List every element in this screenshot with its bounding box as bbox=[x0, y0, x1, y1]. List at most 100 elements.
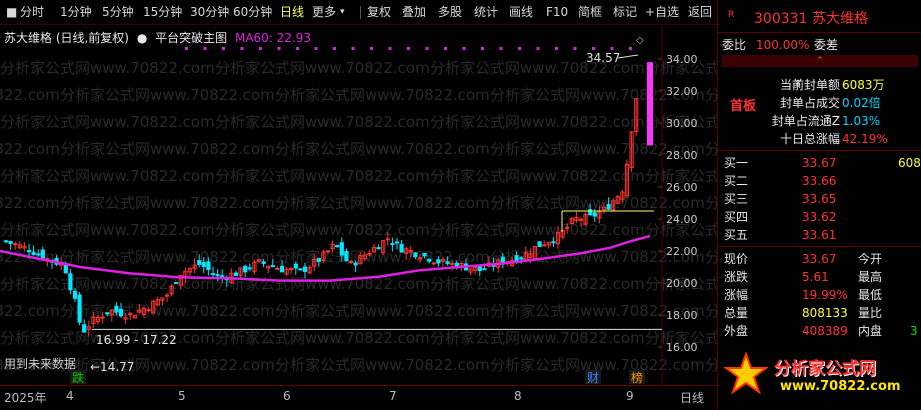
candle-body[interactable] bbox=[606, 203, 611, 210]
candle-body[interactable] bbox=[339, 242, 344, 256]
future-data-warning: 用到未来数据 bbox=[4, 356, 76, 371]
period-tab-30min[interactable]: 30分钟 bbox=[190, 0, 229, 25]
candle-body[interactable] bbox=[390, 243, 395, 246]
candle-body[interactable] bbox=[197, 260, 202, 266]
candle-body[interactable] bbox=[289, 268, 294, 271]
candle-body[interactable] bbox=[551, 241, 556, 244]
action-f10-button[interactable]: F10 bbox=[546, 0, 568, 25]
candle-body[interactable] bbox=[68, 273, 73, 291]
action-stats-button[interactable]: 统计 bbox=[474, 0, 498, 25]
candle-body[interactable] bbox=[279, 265, 285, 273]
candle-body[interactable] bbox=[385, 238, 390, 241]
candle-body[interactable] bbox=[206, 261, 211, 270]
bid-row[interactable]: 买二 33.66 bbox=[718, 172, 921, 190]
quote-label: 涨跌 bbox=[724, 270, 749, 284]
candle-body[interactable] bbox=[243, 265, 248, 273]
candle-body[interactable] bbox=[233, 272, 239, 276]
candle-body[interactable] bbox=[431, 262, 436, 265]
candle-body[interactable] bbox=[26, 249, 32, 253]
candle-body[interactable] bbox=[215, 274, 220, 277]
period-tab-15min[interactable]: 15分钟 bbox=[143, 0, 182, 25]
candle-body[interactable] bbox=[118, 308, 124, 317]
action-overlay-button[interactable]: 叠加 bbox=[402, 0, 426, 25]
action-add-watchlist-button[interactable]: +自选 bbox=[645, 0, 679, 25]
candle-body[interactable] bbox=[40, 249, 45, 260]
candle-body[interactable] bbox=[105, 312, 110, 315]
candle-body[interactable] bbox=[174, 282, 179, 285]
candle-body[interactable] bbox=[201, 262, 206, 268]
candle-body[interactable] bbox=[247, 267, 252, 270]
indicator-dot-icon[interactable]: ● bbox=[137, 31, 147, 45]
bid-row[interactable]: 买五 33.61 bbox=[718, 226, 921, 244]
candle-body[interactable] bbox=[77, 294, 82, 323]
bid-row[interactable]: 买三 33.65 bbox=[718, 190, 921, 208]
candle-body[interactable] bbox=[275, 268, 280, 271]
bid-price: 33.67 bbox=[802, 156, 837, 170]
period-tab-60min[interactable]: 60分钟 bbox=[233, 0, 272, 25]
chevron-down-icon[interactable]: ▾ bbox=[340, 0, 345, 25]
candle-body[interactable] bbox=[376, 247, 381, 250]
candle-body[interactable] bbox=[436, 259, 441, 264]
candle-body[interactable] bbox=[427, 258, 432, 262]
candle-body[interactable] bbox=[394, 241, 400, 244]
candle-body[interactable] bbox=[399, 243, 404, 253]
action-mark-button[interactable]: 标记 bbox=[613, 0, 637, 25]
candle-body[interactable] bbox=[36, 253, 41, 256]
candle-body[interactable] bbox=[146, 309, 151, 312]
quote-label-secondary: 内盘 bbox=[858, 324, 883, 338]
action-draw-line-button[interactable]: 画线 bbox=[509, 0, 533, 25]
candle-body[interactable] bbox=[348, 261, 354, 264]
period-tab-daily[interactable]: 日线 bbox=[280, 0, 304, 25]
candle-body[interactable] bbox=[537, 241, 542, 248]
bid-row[interactable]: 买四 33.62 bbox=[718, 208, 921, 226]
candle-body[interactable] bbox=[261, 261, 266, 264]
collapse-chevron-icon[interactable]: ⌃ bbox=[722, 55, 918, 67]
candle-body[interactable] bbox=[325, 250, 331, 253]
signal-dot bbox=[592, 47, 595, 50]
candle-body[interactable] bbox=[63, 264, 68, 274]
action-fuquan-button[interactable]: 复权 bbox=[367, 0, 391, 25]
candle-body[interactable] bbox=[445, 261, 450, 265]
candle-body[interactable] bbox=[316, 258, 321, 263]
candle-body[interactable] bbox=[519, 257, 524, 260]
weicha-label: 委差 bbox=[814, 38, 839, 52]
candle-body[interactable] bbox=[335, 244, 340, 248]
candle-body[interactable] bbox=[164, 294, 170, 297]
period-tab-fenshi[interactable]: 分时 bbox=[20, 0, 44, 25]
candle-body[interactable] bbox=[13, 243, 18, 246]
candle-body[interactable] bbox=[353, 262, 358, 266]
candle-body[interactable] bbox=[344, 251, 349, 262]
divider bbox=[718, 246, 921, 247]
indicator-name[interactable]: 平台突破主图 bbox=[155, 31, 227, 45]
candle-body[interactable] bbox=[72, 290, 78, 299]
candle-body[interactable] bbox=[8, 240, 13, 244]
candle-body[interactable] bbox=[578, 218, 584, 221]
candle-body[interactable] bbox=[3, 240, 9, 243]
bid-row[interactable]: 买一 33.67 608 bbox=[718, 154, 921, 172]
candle-body[interactable] bbox=[592, 212, 597, 217]
period-tab-5min[interactable]: 5分钟 bbox=[102, 0, 134, 25]
candle-body[interactable] bbox=[422, 252, 427, 257]
logo-url: www.70822.com bbox=[780, 379, 901, 394]
candle-body[interactable] bbox=[565, 226, 570, 229]
candle-body[interactable] bbox=[210, 273, 216, 276]
action-back-button[interactable]: 返回 bbox=[688, 0, 712, 25]
candle-body[interactable] bbox=[293, 263, 298, 269]
candle-body[interactable] bbox=[31, 251, 36, 255]
period-tab-more[interactable]: 更多 bbox=[312, 0, 336, 25]
candle-body[interactable] bbox=[114, 305, 119, 313]
candle-body[interactable] bbox=[270, 265, 275, 268]
candle-body[interactable] bbox=[298, 268, 303, 271]
kline-chart[interactable]: 分析家公式网www.70822.com 分析家公式网www.70822.com 分析… bbox=[0, 25, 717, 385]
candle-body[interactable] bbox=[482, 268, 487, 271]
candle-body[interactable] bbox=[477, 266, 482, 272]
candle-body[interactable] bbox=[588, 209, 593, 216]
weibi-value: 100.00% bbox=[756, 38, 810, 52]
period-tab-1min[interactable]: 1分钟 bbox=[60, 0, 92, 25]
action-simple-frame-button[interactable]: 简框 bbox=[578, 0, 602, 25]
candle-body[interactable] bbox=[413, 252, 418, 258]
action-multi-stock-button[interactable]: 多股 bbox=[438, 0, 462, 25]
candle-body[interactable] bbox=[302, 266, 308, 273]
candle-body[interactable] bbox=[128, 313, 133, 316]
candle-body[interactable] bbox=[82, 324, 87, 333]
